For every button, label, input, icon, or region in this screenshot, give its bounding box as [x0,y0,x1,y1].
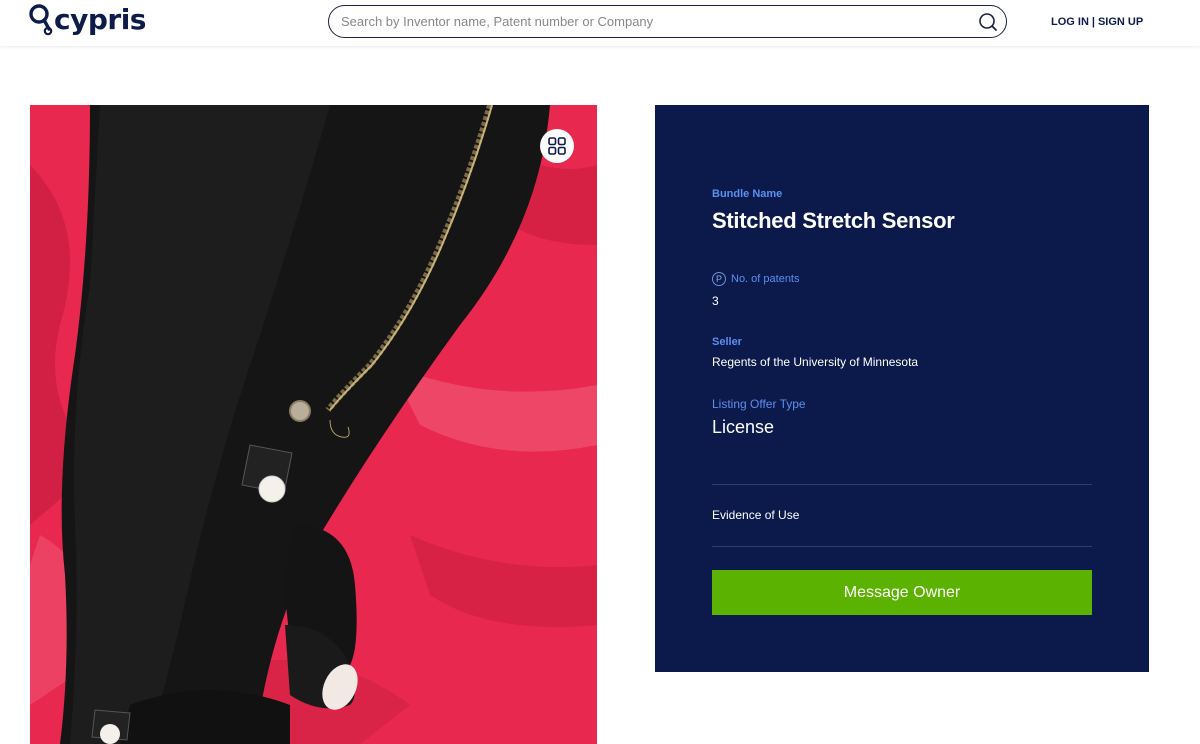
divider [712,546,1092,547]
cypris-logo[interactable]: cypris [27,2,146,38]
seller-name: Regents of the University of Minnesota [712,355,919,369]
search-input[interactable] [341,6,971,37]
patents-count-row: P No. of patents [712,272,800,286]
search-icon[interactable] [978,12,998,32]
key-logo-icon [29,4,53,36]
grid-icon [548,137,566,155]
auth-separator: | [1091,16,1095,28]
listing-card: Bundle Name Stitched Stretch Sensor P No… [655,105,1149,672]
patents-count-value: 3 [712,294,719,308]
top-header: cypris LOG IN | SIGN UP [0,0,1200,46]
evidence-of-use-link[interactable]: Evidence of Use [712,508,799,522]
offer-type-value: License [712,417,775,437]
bundle-title: Stitched Stretch Sensor [712,208,955,233]
logo-text: cypris [54,3,146,36]
seller-label: Seller [712,336,742,348]
login-link[interactable]: LOG IN [1051,16,1089,28]
product-image[interactable] [30,105,597,744]
signup-link[interactable]: SIGN UP [1098,16,1143,28]
auth-links: LOG IN | SIGN UP [1051,16,1143,28]
gallery-button[interactable] [540,129,574,163]
product-photo-illustration [30,105,597,744]
patent-icon: P [712,272,726,286]
message-owner-button[interactable]: Message Owner [712,570,1092,615]
offer-type-label: Listing Offer Type [712,397,806,411]
search-bar [328,5,1007,38]
bundle-name-label: Bundle Name [712,188,783,200]
patents-count-label: No. of patents [731,273,800,285]
divider [712,484,1092,485]
